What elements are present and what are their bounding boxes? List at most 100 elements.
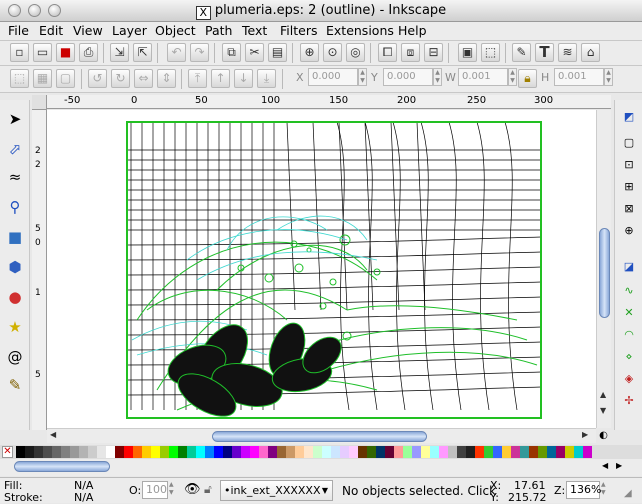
menu-text[interactable]: Text xyxy=(242,23,267,38)
snap-midpoints-icon[interactable]: ⋄ xyxy=(620,348,638,366)
color-swatch[interactable] xyxy=(574,446,583,458)
menu-object[interactable]: Object xyxy=(155,23,196,38)
palette-scrollbar[interactable]: ◀ ▶ xyxy=(0,459,642,476)
color-swatch[interactable] xyxy=(133,446,142,458)
rotate-cw-icon[interactable]: ↻ xyxy=(111,69,130,88)
color-swatch[interactable] xyxy=(322,446,331,458)
flip-horizontal-icon[interactable]: ⇔ xyxy=(134,69,153,88)
h-field[interactable]: 0.001 xyxy=(554,68,604,86)
select-all-icon[interactable]: ⬚ xyxy=(10,69,29,88)
color-swatch[interactable] xyxy=(34,446,43,458)
color-swatch[interactable] xyxy=(448,446,457,458)
rectangle-tool-icon[interactable]: ■ xyxy=(4,226,26,248)
color-swatch[interactable] xyxy=(259,446,268,458)
snap-object-centers-icon[interactable]: ◈ xyxy=(620,370,638,388)
color-swatch[interactable] xyxy=(187,446,196,458)
flip-vertical-icon[interactable]: ⇕ xyxy=(157,69,176,88)
menu-filters[interactable]: Filters xyxy=(280,23,317,38)
scroll-up-arrow[interactable]: ▲ xyxy=(600,390,606,399)
snap-intersections-icon[interactable]: ✕ xyxy=(620,304,638,322)
text-font-icon[interactable]: T xyxy=(535,43,554,62)
current-layer-dropdown[interactable]: •ink_ext_XXXXXX ▼ xyxy=(220,480,333,501)
color-swatch[interactable] xyxy=(205,446,214,458)
snap-nodes-icon[interactable]: ◪ xyxy=(620,258,638,276)
zoom-spinner[interactable]: ▲ ▼ xyxy=(601,481,606,497)
color-swatch[interactable] xyxy=(151,446,160,458)
color-swatch[interactable] xyxy=(556,446,565,458)
scroll-right-arrow[interactable]: ▶ xyxy=(582,430,588,439)
color-swatch[interactable] xyxy=(25,446,34,458)
layer-lock-icon[interactable]: 🔓︎ xyxy=(204,482,212,497)
color-swatch[interactable] xyxy=(565,446,574,458)
x-field[interactable]: 0.000 xyxy=(308,68,358,86)
color-swatch[interactable] xyxy=(349,446,358,458)
zoom-field[interactable]: 136% xyxy=(566,481,601,499)
snap-smooth-nodes-icon[interactable]: ◠ xyxy=(620,326,638,344)
clone-button[interactable]: ⧈ xyxy=(401,43,420,62)
y-spinner[interactable]: ▲ ▼ xyxy=(433,68,442,86)
select-all-layers-icon[interactable]: ▦ xyxy=(33,69,52,88)
fill-stroke-icon[interactable]: ✎ xyxy=(512,43,531,62)
snap-bbox-icon[interactable]: ▢ xyxy=(620,134,638,152)
tweak-tool-icon[interactable]: ≈ xyxy=(4,166,26,188)
zoom-drawing-icon[interactable]: ⊙ xyxy=(323,43,342,62)
menu-edit[interactable]: Edit xyxy=(39,23,63,38)
opacity-field[interactable]: 100 xyxy=(142,481,168,499)
lock-ratio-icon[interactable]: 🔒︎ xyxy=(518,69,537,88)
color-swatch[interactable] xyxy=(484,446,493,458)
color-swatch[interactable] xyxy=(529,446,538,458)
import-button[interactable]: ⇲ xyxy=(110,43,129,62)
horizontal-scrollbar[interactable]: ◀ ▶ xyxy=(47,428,596,443)
color-swatch[interactable] xyxy=(376,446,385,458)
palette-scroll-right-arrow[interactable]: ▶ xyxy=(616,461,622,470)
color-mode-icon[interactable]: ◐ xyxy=(596,428,611,443)
print-button[interactable]: ⎙ xyxy=(79,43,98,62)
spiral-tool-icon[interactable]: @ xyxy=(4,346,26,368)
color-swatch[interactable] xyxy=(169,446,178,458)
w-field[interactable]: 0.001 xyxy=(458,68,508,86)
raise-to-top-icon[interactable]: ⤒ xyxy=(188,69,207,88)
color-swatch[interactable] xyxy=(412,446,421,458)
new-document-button[interactable]: ▫ xyxy=(10,43,29,62)
layers-icon[interactable]: ≋ xyxy=(558,43,577,62)
color-swatch[interactable] xyxy=(61,446,70,458)
color-swatch[interactable] xyxy=(466,446,475,458)
copy-button[interactable]: ⧉ xyxy=(222,43,241,62)
palette-scroll-left-arrow[interactable]: ◀ xyxy=(602,461,608,470)
color-swatch[interactable] xyxy=(241,446,250,458)
vertical-scrollbar[interactable]: ▲ ▼ xyxy=(596,110,611,428)
horizontal-ruler[interactable]: -50 0 50 100 150 200 250 300 xyxy=(47,95,611,109)
ungroup-button[interactable]: ⬚ xyxy=(481,43,500,62)
paste-button[interactable]: ▤ xyxy=(268,43,287,62)
star-tool-icon[interactable]: ★ xyxy=(4,316,26,338)
3d-box-tool-icon[interactable]: ⬢ xyxy=(4,256,26,278)
color-swatch[interactable] xyxy=(88,446,97,458)
rotate-ccw-icon[interactable]: ↺ xyxy=(88,69,107,88)
vertical-scroll-thumb[interactable] xyxy=(599,228,610,318)
color-swatch[interactable] xyxy=(106,446,115,458)
undo-button[interactable]: ↶ xyxy=(167,43,186,62)
color-swatch[interactable] xyxy=(142,446,151,458)
palette-scroll-thumb[interactable] xyxy=(14,461,110,472)
color-swatch[interactable] xyxy=(277,446,286,458)
menu-view[interactable]: View xyxy=(73,23,103,38)
menu-layer[interactable]: Layer xyxy=(112,23,147,38)
scroll-left-arrow[interactable]: ◀ xyxy=(50,430,56,439)
no-paint-swatch[interactable]: ✕ xyxy=(2,446,13,458)
color-swatch[interactable] xyxy=(286,446,295,458)
snap-paths-icon[interactable]: ∿ xyxy=(620,282,638,300)
menu-path[interactable]: Path xyxy=(205,23,232,38)
horizontal-scroll-thumb[interactable] xyxy=(212,431,427,442)
color-swatch[interactable] xyxy=(115,446,124,458)
h-spinner[interactable]: ▲ ▼ xyxy=(604,68,613,86)
redo-button[interactable]: ↷ xyxy=(190,43,209,62)
color-swatch[interactable] xyxy=(79,446,88,458)
color-swatch[interactable] xyxy=(403,446,412,458)
color-swatch[interactable] xyxy=(160,446,169,458)
zoom-tool-icon[interactable]: ⚲ xyxy=(4,196,26,218)
menu-help[interactable]: Help xyxy=(398,23,427,38)
menu-file[interactable]: File xyxy=(8,23,29,38)
color-swatch[interactable] xyxy=(52,446,61,458)
snap-rotation-center-icon[interactable]: ✢ xyxy=(620,392,638,410)
w-spinner[interactable]: ▲ ▼ xyxy=(508,68,517,86)
